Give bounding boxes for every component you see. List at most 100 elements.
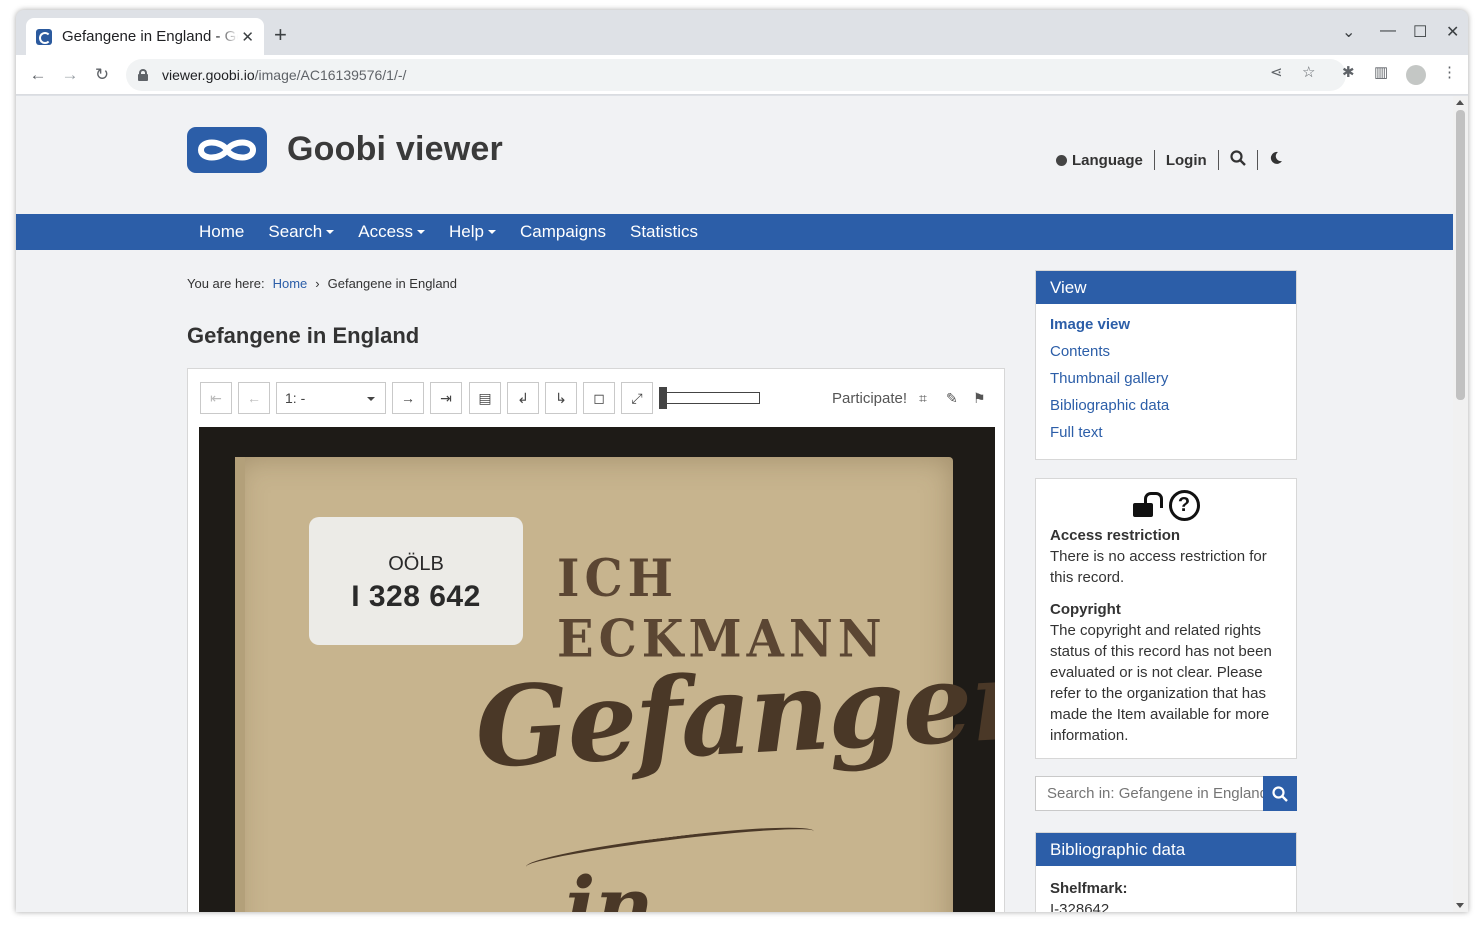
copyright-text: The copyright and related rights status …: [1050, 622, 1272, 744]
view-link-thumbnails[interactable]: Thumbnail gallery: [1050, 370, 1282, 397]
infinity-icon: [197, 139, 257, 161]
cover-board: OÖLB I 328 642 ICH ECKMANN Gefangene in: [235, 457, 995, 912]
brand-title[interactable]: Goobi viewer: [287, 130, 503, 169]
last-page-button[interactable]: ⇥: [430, 382, 462, 414]
caret-down-icon: [417, 230, 426, 234]
caret-down-icon: [326, 230, 335, 234]
arrow-right-icon: →: [401, 390, 415, 406]
header-links: Language Login: [1056, 150, 1283, 170]
menu-kebab-icon[interactable]: ⋮: [1442, 63, 1457, 81]
breadcrumb-home-link[interactable]: Home: [273, 276, 308, 291]
page-select-dropdown[interactable]: 1: -: [276, 382, 386, 414]
globe-icon: [1056, 154, 1067, 166]
nav-item-search[interactable]: Search: [256, 222, 346, 242]
unlocked-icon: [1132, 491, 1163, 519]
language-menu[interactable]: Language: [1056, 152, 1143, 169]
nav-item-home[interactable]: Home: [187, 222, 256, 242]
back-icon[interactable]: ←: [26, 63, 50, 87]
bookmark-star-icon[interactable]: ☆: [1302, 63, 1315, 81]
breadcrumb-separator: ›: [315, 276, 320, 291]
extensions-icon[interactable]: ✱: [1342, 63, 1355, 81]
close-tab-icon[interactable]: ✕: [241, 28, 254, 46]
wrench-icon[interactable]: ✎: [946, 390, 958, 407]
library-label-sticker: OÖLB I 328 642: [309, 517, 523, 645]
rotate-right-button[interactable]: ↳: [545, 382, 577, 414]
record-search-input[interactable]: [1035, 776, 1263, 811]
view-link-bibliographic[interactable]: Bibliographic data: [1050, 397, 1282, 424]
previous-page-button[interactable]: ←: [238, 382, 270, 414]
book-pages-icon: ▤: [478, 389, 492, 406]
nav-item-help[interactable]: Help: [437, 222, 508, 242]
reset-rotation-icon: ◻: [593, 389, 605, 406]
minimize-icon[interactable]: —: [1380, 22, 1396, 40]
reload-icon[interactable]: ↻: [90, 63, 114, 87]
access-restriction-text: There is no access restriction for this …: [1050, 548, 1267, 586]
scroll-down-arrow-icon[interactable]: [1456, 903, 1464, 908]
bibliographic-panel: Bibliographic data Shelfmark: I-328642: [1035, 832, 1297, 912]
forward-icon[interactable]: →: [58, 63, 82, 87]
double-page-button[interactable]: ▤: [469, 382, 501, 414]
access-restriction-title: Access restriction: [1050, 527, 1181, 544]
nav-item-statistics[interactable]: Statistics: [618, 222, 710, 242]
view-links: Image view Contents Thumbnail gallery Bi…: [1036, 304, 1296, 459]
profile-avatar-icon[interactable]: [1406, 65, 1426, 85]
nav-item-campaigns[interactable]: Campaigns: [508, 222, 618, 242]
nav-label: Access: [358, 222, 414, 241]
browser-toolbar: ← → ↻ viewer.goobi.io/image/AC16139576/1…: [16, 55, 1468, 95]
nav-label: Home: [199, 222, 245, 241]
browser-window: Gefangene in England - Goobi viewer ✕ + …: [16, 10, 1468, 912]
page-scrollbar[interactable]: [1453, 96, 1468, 912]
new-tab-icon[interactable]: +: [274, 24, 287, 46]
label-library: OÖLB: [388, 553, 444, 575]
nav-label: Help: [449, 222, 484, 241]
search-icon[interactable]: [1230, 150, 1246, 170]
tab-search-chevron-icon[interactable]: ⌄: [1342, 22, 1355, 42]
goobi-logo[interactable]: [187, 127, 267, 173]
next-page-button[interactable]: →: [392, 382, 424, 414]
cover-spine: [235, 457, 245, 912]
cover-title-line2: in: [565, 859, 654, 912]
address-bar[interactable]: viewer.goobi.io/image/AC16139576/1/-/: [126, 59, 1346, 91]
question-mark-icon: ?: [1168, 489, 1200, 521]
participate-label[interactable]: Participate!: [832, 390, 907, 407]
search-icon: [1272, 785, 1288, 802]
reset-view-button[interactable]: ◻: [583, 382, 615, 414]
divider: [1256, 150, 1258, 170]
scrollbar-thumb[interactable]: [1456, 110, 1465, 400]
access-panel: ? Access restriction There is no access …: [1035, 478, 1297, 759]
bibliographic-heading: Bibliographic data: [1036, 833, 1296, 866]
rotate-right-icon: ↳: [555, 389, 567, 406]
shelfmark-label: Shelfmark:: [1050, 880, 1128, 897]
scroll-up-arrow-icon[interactable]: [1456, 100, 1464, 105]
page-select-value: 1: -: [285, 390, 306, 406]
maximize-icon[interactable]: ☐: [1413, 22, 1427, 42]
view-panel: View Image view Contents Thumbnail galle…: [1035, 270, 1297, 460]
crop-icon[interactable]: ⌗: [919, 390, 927, 407]
zoom-slider-handle[interactable]: [659, 387, 667, 409]
login-link[interactable]: Login: [1166, 152, 1207, 169]
view-link-contents[interactable]: Contents: [1050, 343, 1282, 370]
book-cover-image[interactable]: OÖLB I 328 642 ICH ECKMANN Gefangene in: [199, 427, 995, 912]
dark-mode-moon-icon[interactable]: [1269, 151, 1283, 169]
record-search: [1035, 776, 1297, 811]
view-link-image[interactable]: Image view: [1050, 316, 1282, 343]
breadcrumb-current: Gefangene in England: [327, 276, 458, 291]
nav-item-access[interactable]: Access: [346, 222, 437, 242]
close-window-icon[interactable]: ✕: [1446, 22, 1459, 42]
first-page-button[interactable]: ⇤: [200, 382, 232, 414]
zoom-slider[interactable]: [659, 387, 760, 409]
rotate-left-button[interactable]: ↲: [507, 382, 539, 414]
side-panel-icon[interactable]: ▥: [1374, 63, 1388, 81]
tab-strip: Gefangene in England - Goobi viewer ✕ + …: [16, 10, 1468, 55]
caret-down-icon: [488, 230, 496, 234]
lock-icon: [138, 69, 148, 81]
bookmark-icon[interactable]: ⚑: [973, 390, 986, 407]
main-navbar: Home Search Access Help Campaigns Statis…: [16, 214, 1453, 250]
label-shelfmark: I 328 642: [351, 580, 481, 613]
share-icon[interactable]: ⋖: [1270, 63, 1283, 81]
fullscreen-button[interactable]: ⤢: [621, 382, 653, 414]
page-title: Gefangene in England: [187, 323, 420, 348]
browser-tab[interactable]: Gefangene in England - Goobi viewer ✕: [26, 18, 264, 55]
view-link-fulltext[interactable]: Full text: [1050, 424, 1282, 451]
record-search-button[interactable]: [1263, 776, 1297, 811]
